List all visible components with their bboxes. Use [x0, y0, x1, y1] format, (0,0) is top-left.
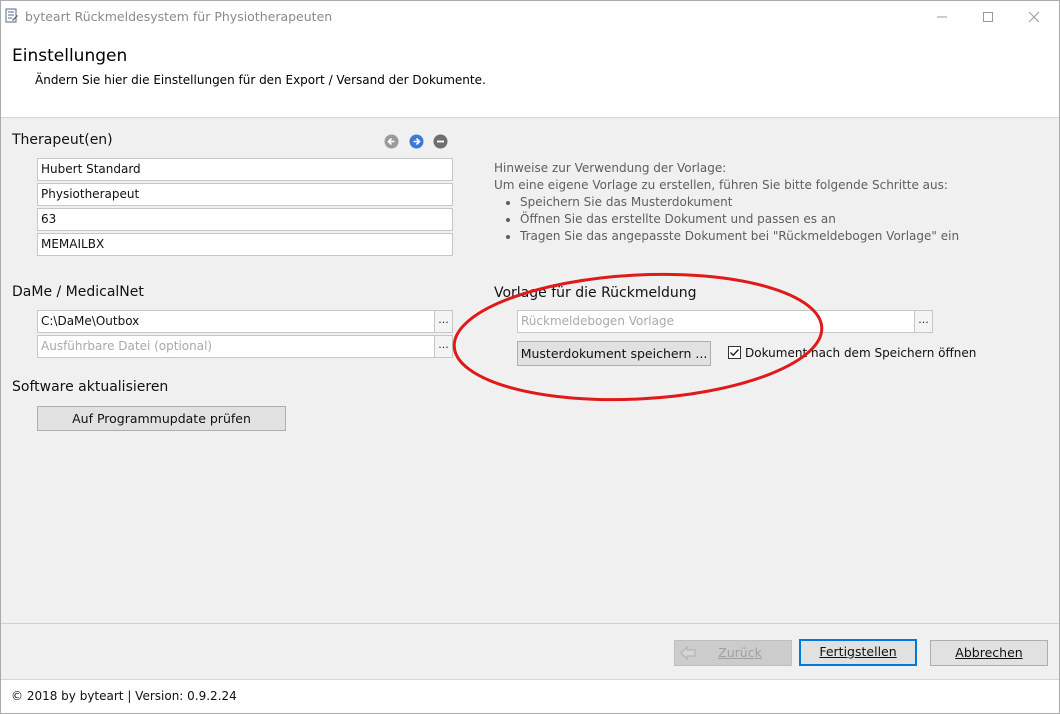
template-browse-button[interactable]: ... [914, 310, 933, 333]
checkmark-icon [730, 349, 740, 357]
therapist-mailbox-field[interactable]: MEMAILBX [37, 233, 453, 256]
save-sample-document-button[interactable]: Musterdokument speichern ... [517, 341, 711, 366]
page-title: Einstellungen [12, 46, 128, 66]
page-header: Einstellungen Ändern Sie hier die Einste… [1, 32, 1059, 118]
hint-step: Tragen Sie das angepasste Dokument bei "… [520, 228, 959, 245]
back-button[interactable]: Zurück [674, 640, 792, 666]
page-subtitle: Ändern Sie hier die Einstellungen für de… [35, 73, 486, 87]
cancel-button-label: Abbrechen [955, 645, 1023, 660]
maximize-button[interactable] [965, 1, 1011, 32]
title-bar: byteart Rückmeldesystem für Physiotherap… [1, 1, 1059, 32]
software-section-title: Software aktualisieren [12, 379, 169, 395]
executable-browse-button[interactable]: ... [434, 335, 453, 358]
therapist-name-field[interactable]: Hubert Standard [37, 158, 453, 181]
template-path-field[interactable]: Rückmeldebogen Vorlage [517, 310, 915, 333]
outbox-browse-button[interactable]: ... [434, 310, 453, 333]
outbox-path-field[interactable]: C:\DaMe\Outbox [37, 310, 435, 333]
minimize-button[interactable] [919, 1, 965, 32]
remove-icon[interactable] [433, 134, 448, 149]
hint-step: Öffnen Sie das erstellte Dokument und pa… [520, 211, 959, 228]
maximize-icon [983, 11, 993, 22]
template-section-title: Vorlage für die Rückmeldung [494, 285, 697, 301]
open-after-save-label: Dokument nach dem Speichern öffnen [745, 346, 977, 360]
close-icon [1028, 11, 1040, 22]
status-bar: © 2018 by byteart | Version: 0.9.2.24 [1, 679, 1059, 713]
app-window: byteart Rückmeldesystem für Physiotherap… [0, 0, 1060, 714]
check-update-button[interactable]: Auf Programmupdate prüfen [37, 406, 286, 431]
window-title: byteart Rückmeldesystem für Physiotherap… [25, 9, 333, 24]
dame-section-title: DaMe / MedicalNet [12, 284, 144, 300]
hint-line-2: Um eine eigene Vorlage zu erstellen, füh… [494, 178, 948, 192]
therapist-number-field[interactable]: 63 [37, 208, 453, 231]
therapist-role-field[interactable]: Physiotherapeut [37, 183, 453, 206]
cancel-button[interactable]: Abbrechen [930, 640, 1048, 666]
template-hints: Hinweise zur Verwendung der Vorlage: Um … [494, 160, 959, 245]
minimize-icon [937, 16, 947, 17]
therapist-section-title: Therapeut(en) [12, 132, 113, 148]
close-button[interactable] [1011, 1, 1057, 32]
app-icon [5, 8, 19, 27]
finish-button-label: Fertigstellen [819, 644, 897, 659]
back-arrow-icon [680, 646, 696, 660]
back-button-label: Zurück [718, 645, 762, 660]
footer-divider [1, 623, 1059, 624]
open-after-save-checkbox[interactable] [728, 346, 741, 359]
hint-line-1: Hinweise zur Verwendung der Vorlage: [494, 161, 727, 175]
next-arrow-icon[interactable] [409, 134, 424, 149]
executable-path-field[interactable]: Ausführbare Datei (optional) [37, 335, 435, 358]
previous-arrow-icon[interactable] [384, 134, 399, 149]
version-text: © 2018 by byteart | Version: 0.9.2.24 [11, 689, 237, 703]
finish-button[interactable]: Fertigstellen [799, 639, 917, 666]
hint-step: Speichern Sie das Musterdokument [520, 194, 959, 211]
